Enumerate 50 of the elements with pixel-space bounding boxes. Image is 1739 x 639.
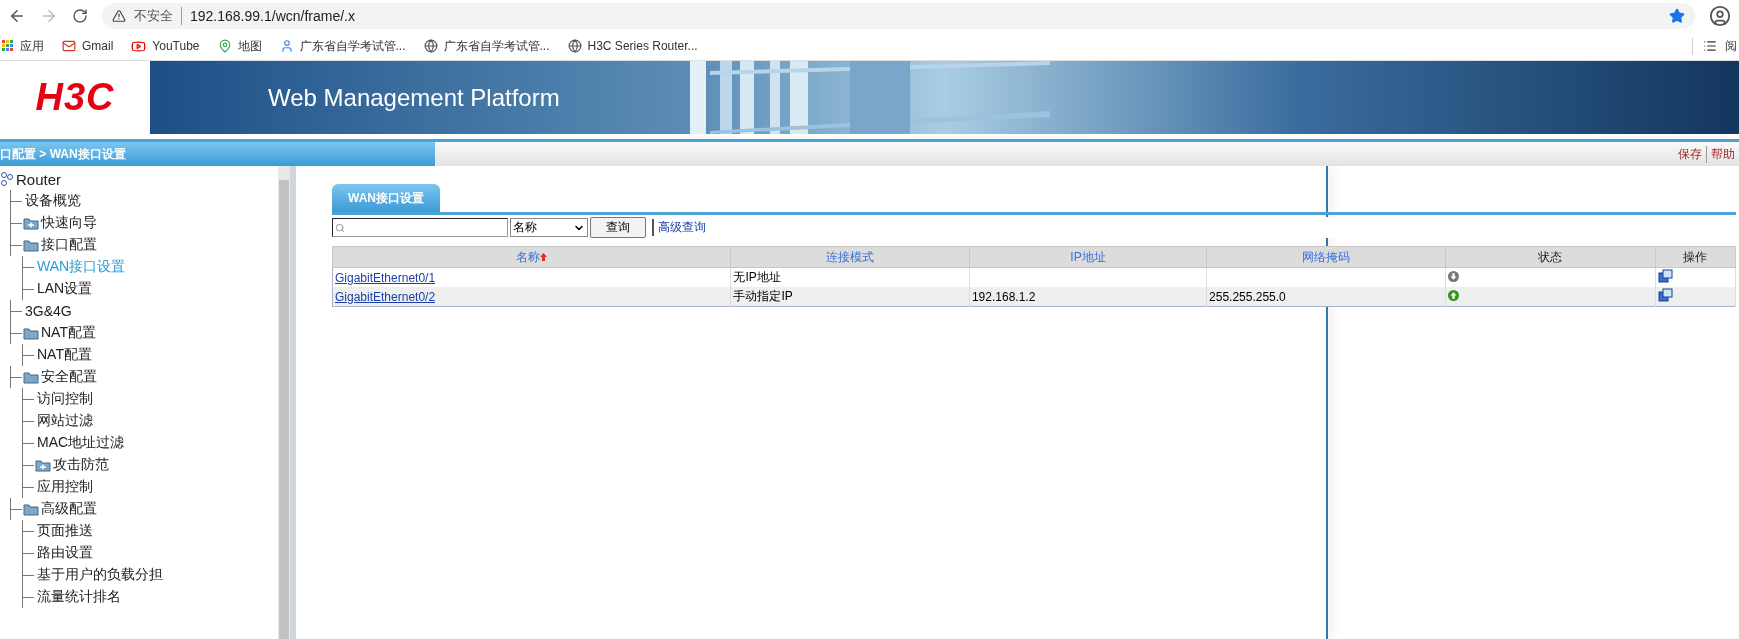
tree-item[interactable]: MAC地址过滤 bbox=[37, 434, 125, 452]
bookmark[interactable]: 地图 bbox=[217, 37, 262, 55]
interface-link[interactable]: GigabitEthernet0/1 bbox=[335, 270, 436, 285]
tree-item[interactable]: 快速向导 bbox=[41, 214, 97, 232]
tree-item[interactable]: 安全配置 bbox=[41, 368, 97, 386]
tree-item[interactable]: 基于用户的负载分担 bbox=[37, 566, 163, 584]
reading-list-button[interactable]: 阅 bbox=[1692, 37, 1737, 55]
interface-link[interactable]: GigabitEthernet0/2 bbox=[335, 289, 436, 304]
tree-item[interactable]: 攻击防范 bbox=[53, 456, 109, 474]
column-header[interactable]: 名称 bbox=[332, 246, 731, 268]
bookmark[interactable]: 广东省自学考试管... bbox=[279, 37, 406, 55]
field-select[interactable]: 名称 bbox=[510, 218, 588, 237]
tree-item[interactable]: LAN设置 bbox=[37, 280, 93, 298]
tree-item[interactable]: 应用控制 bbox=[37, 478, 93, 496]
bookmark[interactable]: YouTube bbox=[131, 38, 200, 54]
url-text: 192.168.99.1/wcn/frame/.x bbox=[190, 8, 355, 24]
column-header[interactable]: 连接模式 bbox=[730, 246, 970, 268]
header-link[interactable]: 帮助 bbox=[1706, 145, 1735, 163]
logo: H3C bbox=[35, 76, 115, 119]
query-button[interactable]: 查询 bbox=[590, 217, 646, 238]
advanced-query-link[interactable]: 高级查询 bbox=[652, 219, 706, 236]
tree-item[interactable]: 流量统计排名 bbox=[37, 588, 121, 606]
table-cell: 无IP地址 bbox=[733, 270, 781, 284]
table-cell: 255.255.255.0 bbox=[1209, 289, 1286, 304]
tree-item[interactable]: 网站过滤 bbox=[37, 412, 93, 430]
table-cell: 192.168.1.2 bbox=[971, 289, 1036, 304]
tree-item[interactable]: NAT配置 bbox=[37, 346, 92, 364]
tree-item[interactable]: 接口配置 bbox=[41, 236, 97, 254]
address-bar[interactable]: 不安全 192.168.99.1/wcn/frame/.x bbox=[102, 3, 1695, 29]
tree-item[interactable]: 高级配置 bbox=[41, 500, 97, 518]
tree-root[interactable]: Router bbox=[16, 170, 62, 188]
tree-item[interactable]: NAT配置 bbox=[41, 324, 96, 342]
column-header[interactable]: IP地址 bbox=[969, 246, 1207, 268]
breadcrumb: 口配置 > WAN接口设置 bbox=[0, 142, 435, 166]
column-header: 操作 bbox=[1655, 246, 1736, 268]
bookmark[interactable]: H3C Series Router... bbox=[567, 39, 698, 53]
tree-item[interactable]: 路由设置 bbox=[37, 544, 93, 562]
bookmark[interactable]: 应用 bbox=[2, 37, 44, 55]
table-cell: 手动指定IP bbox=[733, 289, 793, 303]
tree-item[interactable]: 设备概览 bbox=[25, 192, 81, 210]
platform-title: Web Management Platform bbox=[268, 83, 560, 112]
tree-item[interactable]: 访问控制 bbox=[37, 390, 93, 408]
tree-item[interactable]: 页面推送 bbox=[37, 522, 93, 540]
column-header[interactable]: 网络掩码 bbox=[1206, 246, 1446, 268]
bookmark[interactable]: 广东省自学考试管... bbox=[423, 37, 550, 55]
header-link[interactable]: 保存 bbox=[1678, 145, 1702, 163]
bookmark[interactable]: Gmail bbox=[62, 39, 114, 53]
column-header: 状态 bbox=[1445, 246, 1656, 268]
tree-item[interactable]: 3G&4G bbox=[25, 303, 72, 319]
security-label: 不安全 bbox=[134, 7, 182, 25]
